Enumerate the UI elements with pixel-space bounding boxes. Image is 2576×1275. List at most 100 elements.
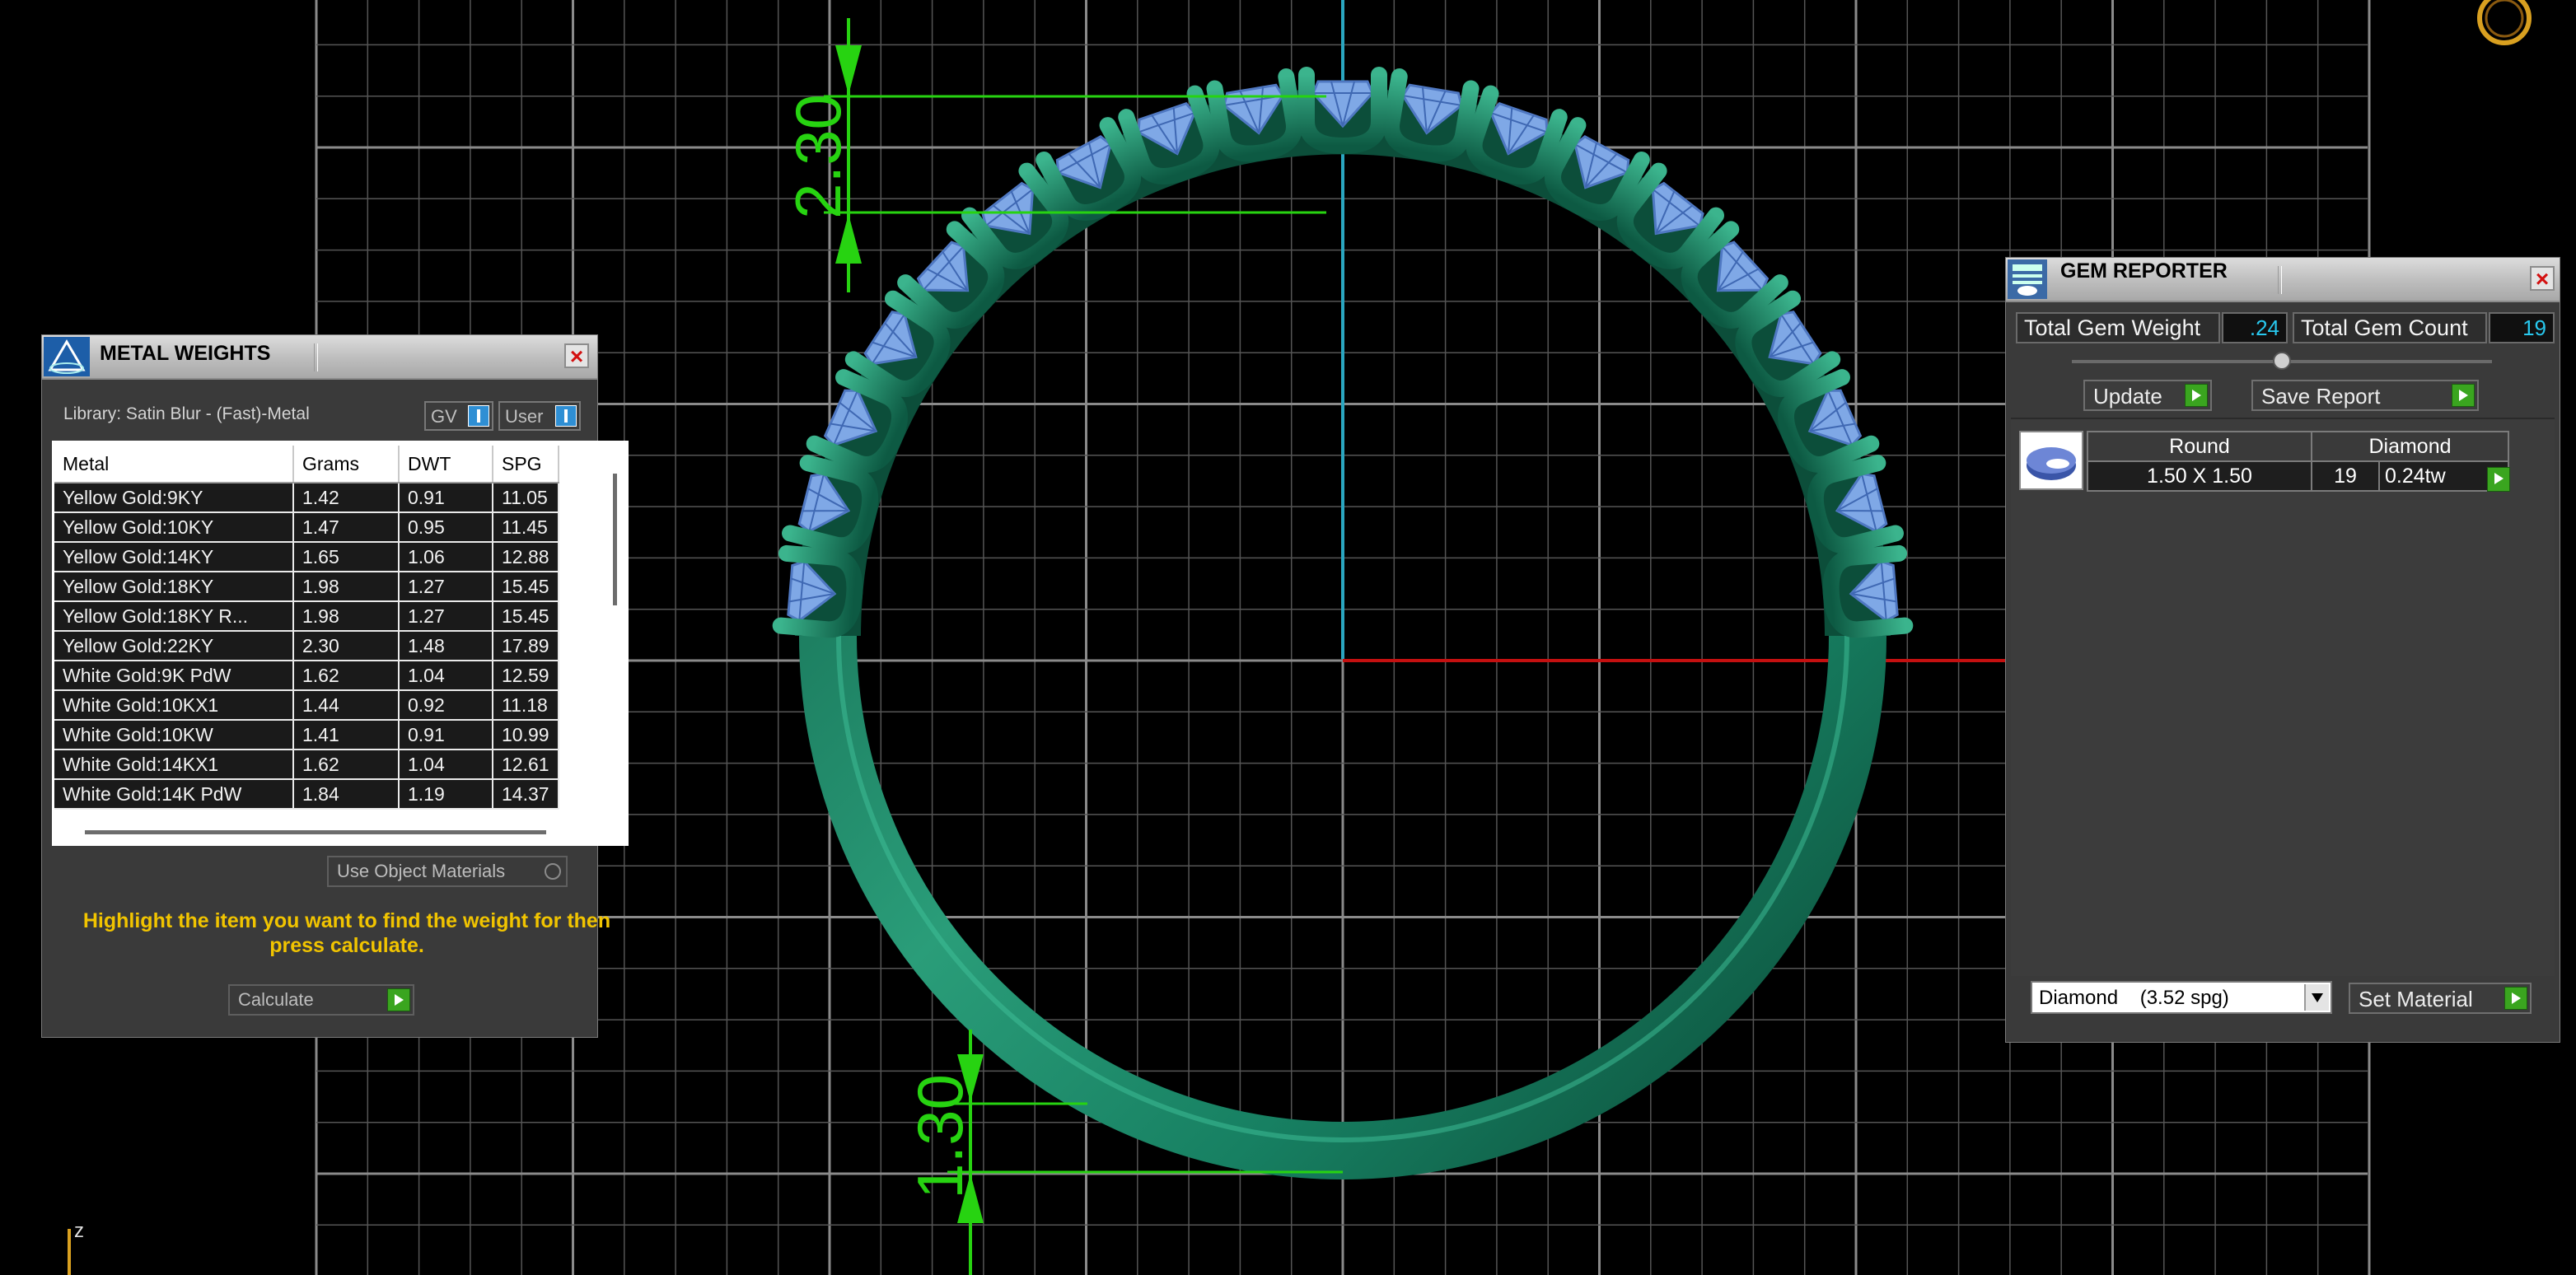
user-toggle-label: User [505,406,544,427]
metal-table-horizontal-scrollbar[interactable] [85,830,546,834]
table-cell: Yellow Gold:18KY [54,572,294,602]
table-row[interactable]: Yellow Gold:10KY 1.47 0.95 11.45 [54,512,559,543]
gem-setting[interactable] [1807,455,1904,554]
use-object-materials-button[interactable]: Use Object Materials [327,856,568,887]
metal-table-column-header[interactable]: DWT [399,446,493,483]
axis-indicator-label: z [74,1220,84,1242]
table-cell: 0.92 [399,690,493,721]
metal-weights-close-button[interactable]: × [564,343,589,368]
gem-list-area[interactable]: Round Diamond 1.50 X 1.50 19 0.24tw [2011,418,2555,976]
table-row[interactable]: Yellow Gold:22KY 2.30 1.48 17.89 [54,631,559,661]
update-button[interactable]: Update [2083,380,2212,411]
gv-toggle-icon [468,405,489,427]
material-select[interactable]: Diamond (3.52 spg) [2031,981,2332,1014]
table-row[interactable]: White Gold:9K PdW 1.62 1.04 12.59 [54,661,559,691]
table-cell: 1.62 [293,750,400,780]
titlebar-divider [2278,266,2282,294]
table-row[interactable]: White Gold:10KX1 1.44 0.92 11.18 [54,690,559,721]
table-row[interactable]: Yellow Gold:18KY 1.98 1.27 15.45 [54,572,559,602]
table-cell: 12.59 [493,661,559,691]
gv-toggle[interactable]: GV [424,401,493,431]
table-row[interactable]: White Gold:10KW 1.41 0.91 10.99 [54,720,559,750]
table-row[interactable]: Yellow Gold:18KY R... 1.98 1.27 15.45 [54,601,559,632]
use-object-materials-radio-icon [545,863,561,880]
table-cell: 12.88 [493,542,559,572]
table-row[interactable]: White Gold:14K PdW 1.84 1.19 14.37 [54,779,559,810]
library-label: Library: Satin Blur - (Fast)-Metal [63,404,310,423]
gem-reporter-panel: GEM REPORTER × Total Gem Weight .24 Tota… [2005,257,2560,1043]
gem-table-header: Round Diamond [2087,431,2509,462]
table-cell: 1.98 [293,572,400,602]
table-row[interactable]: Yellow Gold:9KY 1.42 0.91 11.05 [54,483,559,513]
total-gem-weight-label: Total Gem Weight [2016,312,2220,343]
gem-row-arrow-icon[interactable] [2487,467,2510,492]
table-row[interactable]: Yellow Gold:14KY 1.65 1.06 12.88 [54,542,559,572]
metal-table-column-header[interactable]: Metal [54,446,294,483]
gem-setting[interactable] [1383,68,1480,162]
table-cell: 15.45 [493,572,559,602]
metal-table-column-header[interactable]: Grams [293,446,400,483]
table-cell: 1.42 [293,483,400,513]
table-cell: 10.99 [493,720,559,750]
table-row[interactable]: White Gold:14KX1 1.62 1.04 12.61 [54,750,559,780]
table-cell: 1.06 [399,542,493,572]
gem-table-row[interactable]: 1.50 X 1.50 19 0.24tw [2087,460,2509,492]
update-label: Update [2093,384,2162,409]
gem-count-cell: 19 [2311,460,2380,492]
titlebar-divider [314,343,318,371]
update-arrow-icon [2185,384,2208,407]
table-cell: 11.45 [493,512,559,543]
use-object-materials-label: Use Object Materials [337,861,506,881]
metal-table-header: Metal Grams DWT SPG [54,446,559,483]
save-report-label: Save Report [2261,384,2381,409]
metal-table: Metal Grams DWT SPG Yellow Gold:9KY 1.42 0.91… [54,446,559,810]
metal-weights-app-icon [44,337,90,376]
table-cell: 1.04 [399,661,493,691]
metal-table-vertical-scrollbar[interactable] [613,474,617,605]
table-cell: Yellow Gold:14KY [54,542,294,572]
table-cell: 11.05 [493,483,559,513]
metal-weights-title: METAL WEIGHTS [100,342,271,365]
table-cell: 15.45 [493,601,559,632]
gem-slider-thumb[interactable] [2273,352,2291,370]
gem-reporter-titlebar[interactable]: GEM REPORTER × [2006,258,2560,302]
set-material-arrow-icon [2504,987,2527,1010]
gem-table[interactable]: Round Diamond 1.50 X 1.50 19 0.24tw [2087,431,2509,492]
ring-view-icon[interactable] [2477,0,2532,45]
metal-weights-titlebar[interactable]: METAL WEIGHTS × [42,335,597,380]
instruction-text: Highlight the item you want to find the … [82,909,611,957]
table-cell: 1.19 [399,779,493,810]
table-cell: 17.89 [493,631,559,661]
metal-table-body: Yellow Gold:9KY 1.42 0.91 11.05 Yellow Gold:… [54,483,559,810]
table-cell: 1.62 [293,661,400,691]
table-cell: White Gold:14KX1 [54,750,294,780]
set-material-button[interactable]: Set Material [2349,983,2532,1014]
gem-size-cell: 1.50 X 1.50 [2087,460,2312,492]
save-report-button[interactable]: Save Report [2251,380,2479,411]
gem-type-header: Diamond [2311,431,2509,462]
total-gem-count-label: Total Gem Count [2293,312,2487,343]
dimension-top-label: 2.30 [782,94,854,219]
gem-shape-header: Round [2087,431,2312,462]
table-cell: 1.48 [399,631,493,661]
gem-setting[interactable] [1206,68,1302,162]
table-cell: Yellow Gold:22KY [54,631,294,661]
total-gem-count-value: 19 [2489,312,2555,343]
metal-weights-panel: METAL WEIGHTS × Library: Satin Blur - (F… [41,334,629,1038]
table-cell: 1.27 [399,572,493,602]
metal-table-container[interactable]: Metal Grams DWT SPG Yellow Gold:9KY 1.42 0.91… [52,441,629,846]
user-toggle[interactable]: User [498,401,581,431]
dimension-bottom-label: 1.30 [904,1074,976,1199]
gem-reporter-close-button[interactable]: × [2530,266,2555,291]
gem-setting[interactable] [782,455,879,554]
metal-table-column-header[interactable]: SPG [493,446,559,483]
table-cell: 12.61 [493,750,559,780]
gem-setting[interactable] [1118,85,1220,184]
set-material-label: Set Material [2359,987,2473,1011]
calculate-arrow-icon [387,988,410,1011]
gem-thumbnail[interactable] [2019,431,2083,490]
calculate-button[interactable]: Calculate [228,984,414,1016]
table-cell: White Gold:10KX1 [54,690,294,721]
table-cell: 1.98 [293,601,400,632]
table-cell: 0.91 [399,720,493,750]
